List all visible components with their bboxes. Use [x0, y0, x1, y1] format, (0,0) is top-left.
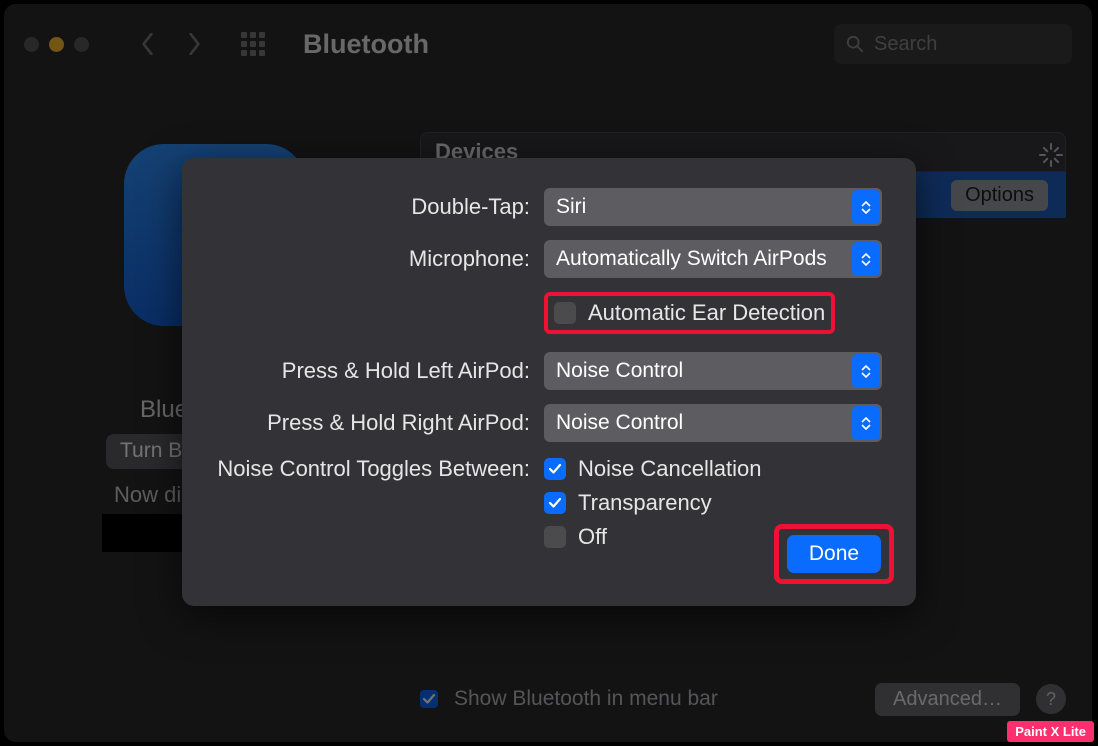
noise-toggles-label: Noise Control Toggles Between: [212, 456, 544, 482]
press-left-value: Noise Control [556, 359, 683, 383]
double-tap-select[interactable]: Siri [544, 188, 882, 226]
pane-footer: Show Bluetooth in menu bar Advanced… ? [420, 676, 1066, 722]
device-options-button[interactable]: Options [951, 180, 1048, 211]
discoverable-label: Now di [114, 482, 181, 508]
minimize-window-button[interactable] [49, 37, 64, 52]
done-button[interactable]: Done [787, 535, 881, 573]
window-traffic-lights [24, 37, 89, 52]
microphone-value: Automatically Switch AirPods [556, 247, 827, 271]
noise-cancellation-label: Noise Cancellation [578, 456, 761, 482]
airpods-options-sheet: Double-Tap: Siri Microphone: Automati [182, 158, 916, 606]
press-right-select[interactable]: Noise Control [544, 404, 882, 442]
activity-spinner-icon [1038, 142, 1064, 168]
microphone-label: Microphone: [212, 246, 544, 272]
back-button[interactable] [139, 33, 157, 55]
annotation-highlight: Done [774, 524, 894, 584]
forward-button[interactable] [185, 33, 203, 55]
show-all-prefs-button[interactable] [241, 32, 265, 56]
annotation-highlight: Automatic Ear Detection [544, 292, 835, 334]
ear-detection-label: Automatic Ear Detection [588, 300, 825, 326]
search-placeholder: Search [874, 33, 937, 56]
watermark-badge: Paint X Lite [1007, 721, 1094, 742]
zoom-window-button[interactable] [74, 37, 89, 52]
help-button[interactable]: ? [1036, 684, 1066, 714]
press-left-select[interactable]: Noise Control [544, 352, 882, 390]
noise-cancellation-checkbox[interactable] [544, 458, 566, 480]
chevron-updown-icon [852, 406, 880, 440]
double-tap-label: Double-Tap: [212, 194, 544, 220]
transparency-checkbox[interactable] [544, 492, 566, 514]
bluetooth-status-label: Blue [140, 396, 188, 424]
preferences-window: Bluetooth Search Blue Turn B Now di Devi… [4, 4, 1092, 742]
press-left-label: Press & Hold Left AirPod: [212, 358, 544, 384]
search-field[interactable]: Search [834, 24, 1072, 64]
show-in-menubar-label: Show Bluetooth in menu bar [454, 687, 718, 711]
close-window-button[interactable] [24, 37, 39, 52]
chevron-updown-icon [852, 354, 880, 388]
chevron-updown-icon [852, 190, 880, 224]
press-right-value: Noise Control [556, 411, 683, 435]
chevron-updown-icon [852, 242, 880, 276]
double-tap-value: Siri [556, 195, 586, 219]
advanced-button[interactable]: Advanced… [875, 683, 1020, 716]
toolbar-nav-arrows [139, 33, 203, 55]
off-checkbox[interactable] [544, 526, 566, 548]
window-title: Bluetooth [303, 29, 429, 60]
redaction-bar [102, 514, 182, 552]
ear-detection-checkbox[interactable] [554, 302, 576, 324]
press-right-label: Press & Hold Right AirPod: [212, 410, 544, 436]
off-label: Off [578, 524, 607, 550]
search-icon [846, 35, 864, 53]
window-toolbar: Bluetooth Search [4, 4, 1092, 84]
microphone-select[interactable]: Automatically Switch AirPods [544, 240, 882, 278]
transparency-label: Transparency [578, 490, 712, 516]
show-in-menubar-checkbox[interactable] [420, 690, 438, 708]
